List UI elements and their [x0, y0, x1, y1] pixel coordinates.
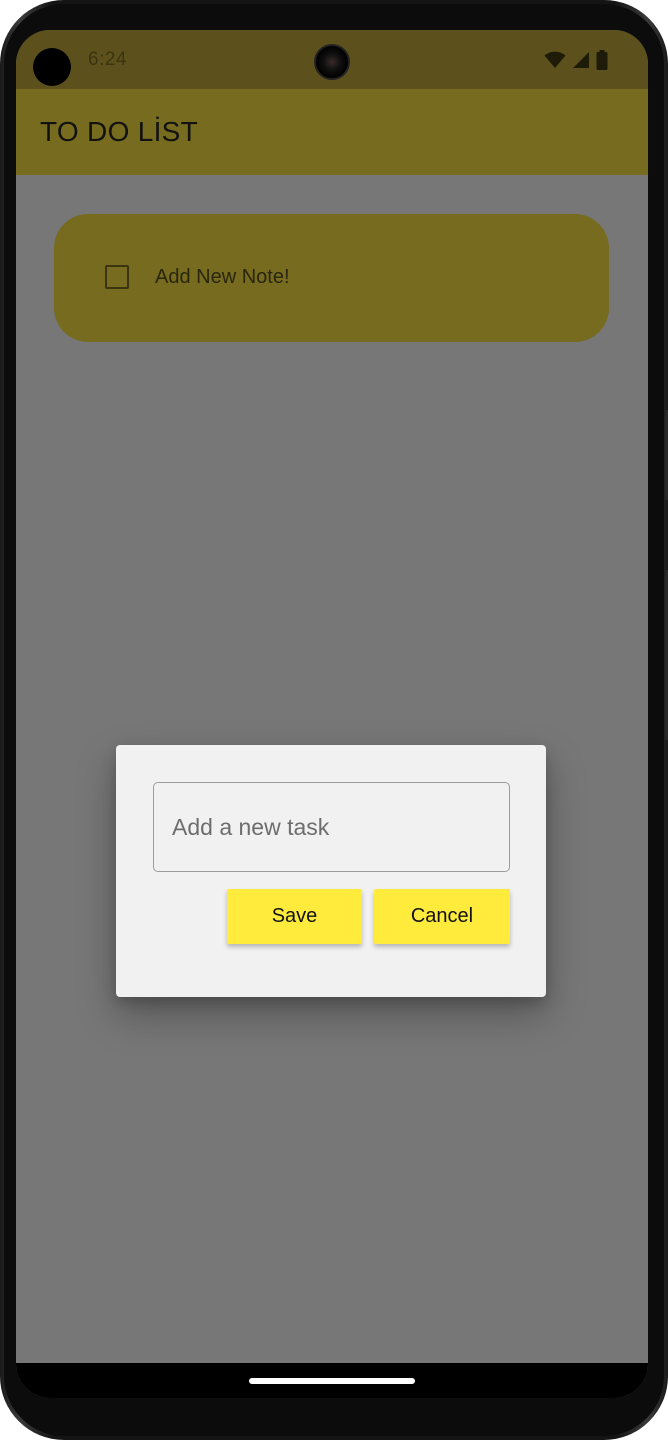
- notification-dot: [33, 48, 71, 86]
- front-camera: [314, 44, 350, 80]
- save-button[interactable]: Save: [227, 889, 362, 944]
- navigation-bar: [16, 1363, 648, 1398]
- status-time: 6:24: [88, 49, 127, 70]
- cell-signal-icon: [573, 52, 589, 68]
- task-card[interactable]: Add New Note!: [54, 214, 609, 342]
- battery-icon: [596, 50, 608, 70]
- screen: 6:24 TO DO LİST Add New Note! Add a new …: [16, 30, 648, 1398]
- task-checkbox[interactable]: [105, 265, 129, 289]
- status-bar: 6:24: [16, 30, 648, 89]
- new-task-dialog: Save Cancel: [116, 745, 546, 997]
- task-label: Add New Note!: [155, 266, 290, 288]
- task-list: Add New Note! Save Cancel: [16, 175, 648, 1398]
- phone-frame: 6:24 TO DO LİST Add New Note! Add a new …: [0, 0, 668, 1440]
- cancel-button[interactable]: Cancel: [374, 889, 510, 944]
- app-bar: TO DO LİST: [16, 89, 648, 175]
- app-title: TO DO LİST: [40, 116, 199, 147]
- task-input[interactable]: [153, 782, 510, 872]
- home-gesture-handle[interactable]: [249, 1378, 415, 1384]
- status-icons: [544, 50, 608, 70]
- wifi-icon: [544, 51, 566, 68]
